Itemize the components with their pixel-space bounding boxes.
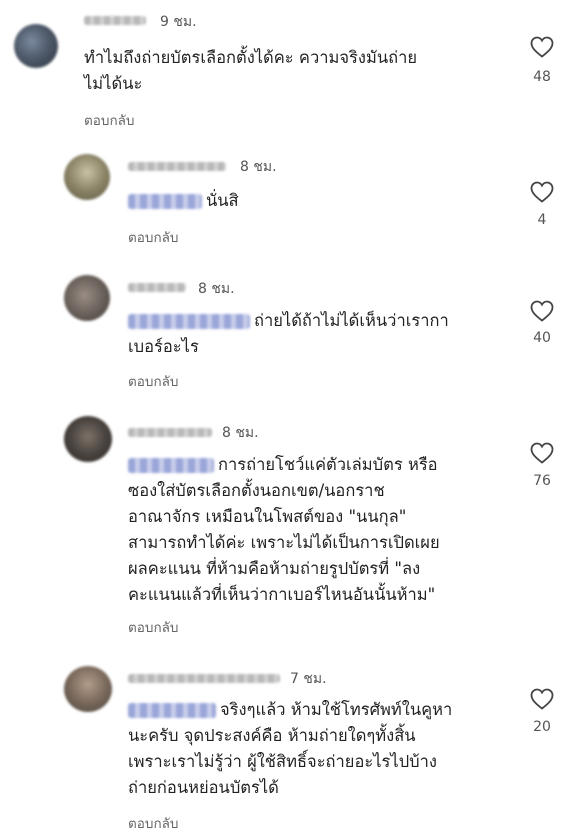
avatar[interactable] xyxy=(64,666,112,712)
heart-icon[interactable] xyxy=(530,688,554,710)
comment-time: 8 ชม. xyxy=(240,159,277,175)
heart-icon[interactable] xyxy=(530,442,554,464)
mention-blurred[interactable] xyxy=(128,194,202,209)
comment-text: การถ่ายโชว์แค่ตัวเล่มบัตร หรือ ซองใส่บัต… xyxy=(128,452,440,608)
comment-line-with-mention: จริงๆแล้ว ห้ามใช้โทรศัพท์ในคูหา xyxy=(128,697,452,723)
reply-button[interactable]: ตอบกลับ xyxy=(128,812,178,834)
comment-line: สามารถทำได้ค่ะ เพราะไม่ได้เป็นการเปิดเผย xyxy=(128,533,440,552)
comment-line: อาณาจักร เหมือนในโพสต์ของ "นนกุล" xyxy=(128,507,407,526)
like-count: 20 xyxy=(533,719,551,735)
comment-time: 8 ชม. xyxy=(198,281,235,297)
reply-button[interactable]: ตอบกลับ xyxy=(128,226,178,248)
comment-line: นั่นสิ xyxy=(206,191,239,210)
comment-line: เพราะเราไม่รู้ว่า ผู้ใช้สิทธิ์จะถ่ายอะไร… xyxy=(128,752,437,771)
comment-time: 8 ชม. xyxy=(222,425,259,441)
avatar[interactable] xyxy=(64,154,110,200)
comment-line-with-mention: การถ่ายโชว์แค่ตัวเล่มบัตร หรือ xyxy=(128,452,440,478)
username-blurred[interactable] xyxy=(128,674,280,683)
like-count: 4 xyxy=(537,212,547,228)
comment-line: ผลคะแนน ที่ห้ามคือห้ามถ่ายรูปบัตรที่ "ลง xyxy=(128,559,421,578)
comment-text: จริงๆแล้ว ห้ามใช้โทรศัพท์ในคูหา นะครับ จ… xyxy=(128,697,452,801)
reply-item: 8 ชม. นั่นสิ ตอบกลับ 4 xyxy=(0,140,576,250)
comment-line: การถ่ายโชว์แค่ตัวเล่มบัตร หรือ xyxy=(218,455,438,474)
reply-item: 7 ชม. จริงๆแล้ว ห้ามใช้โทรศัพท์ในคูหา นะ… xyxy=(0,660,576,838)
avatar[interactable] xyxy=(64,275,110,321)
comment-line: ไม่ได้นะ xyxy=(84,74,143,93)
comment-text: นั่นสิ xyxy=(128,188,239,214)
username-blurred[interactable] xyxy=(128,428,212,437)
comment-time: 9 ชม. xyxy=(160,14,197,30)
comment-line: นะครับ จุดประสงค์คือ ห้ามถ่ายใดๆทั้งสิ้น xyxy=(128,726,416,745)
heart-icon[interactable] xyxy=(530,36,554,58)
comment-text: ทำไมถึงถ่ายบัตรเลือกตั้งได้คะ ความจริงมั… xyxy=(84,45,417,97)
comment-line: จริงๆแล้ว ห้ามใช้โทรศัพท์ในคูหา xyxy=(220,700,453,719)
like-count: 40 xyxy=(533,330,551,346)
reply-item: 8 ชม. การถ่ายโชว์แค่ตัวเล่มบัตร หรือ ซอง… xyxy=(0,410,576,650)
username-blurred[interactable] xyxy=(128,162,226,171)
comment-line: เบอร์อะไร xyxy=(128,337,199,356)
like-count: 48 xyxy=(533,69,551,85)
like-count: 76 xyxy=(533,473,551,489)
heart-icon[interactable] xyxy=(530,181,554,203)
comment-item: 9 ชม. ทำไมถึงถ่ายบัตรเลือกตั้งได้คะ ความ… xyxy=(0,0,576,130)
comment-line-with-mention: ถ่ายได้ถ้าไม่ได้เห็นว่าเรากา xyxy=(128,308,449,334)
comment-line: ถ่ายก่อนหย่อนบัตรได้ xyxy=(128,778,279,797)
username-blurred[interactable] xyxy=(84,16,146,25)
comment-time: 7 ชม. xyxy=(290,671,327,687)
comment-text: ถ่ายได้ถ้าไม่ได้เห็นว่าเรากา เบอร์อะไร xyxy=(128,308,449,360)
comment-line: คะแนนแล้วที่เห็นว่ากาเบอร์ไหนอันนั้นห้าม… xyxy=(128,585,436,604)
comment-line: ทำไมถึงถ่ายบัตรเลือกตั้งได้คะ ความจริงมั… xyxy=(84,48,418,67)
mention-blurred[interactable] xyxy=(128,458,214,473)
reply-button[interactable]: ตอบกลับ xyxy=(84,109,134,131)
comment-line-with-mention: นั่นสิ xyxy=(128,188,239,214)
reply-button[interactable]: ตอบกลับ xyxy=(128,616,178,638)
mention-blurred[interactable] xyxy=(128,314,250,329)
comment-line: ซองใส่บัตรเลือกตั้งนอกเขต/นอกราช xyxy=(128,481,385,500)
reply-item: 8 ชม. ถ่ายได้ถ้าไม่ได้เห็นว่าเรากา เบอร์… xyxy=(0,265,576,395)
comment-line: ถ่ายได้ถ้าไม่ได้เห็นว่าเรากา xyxy=(254,311,449,330)
avatar[interactable] xyxy=(14,24,58,68)
reply-button[interactable]: ตอบกลับ xyxy=(128,370,178,392)
username-blurred[interactable] xyxy=(128,283,186,292)
mention-blurred[interactable] xyxy=(128,703,216,718)
heart-icon[interactable] xyxy=(530,300,554,322)
avatar[interactable] xyxy=(64,416,112,462)
